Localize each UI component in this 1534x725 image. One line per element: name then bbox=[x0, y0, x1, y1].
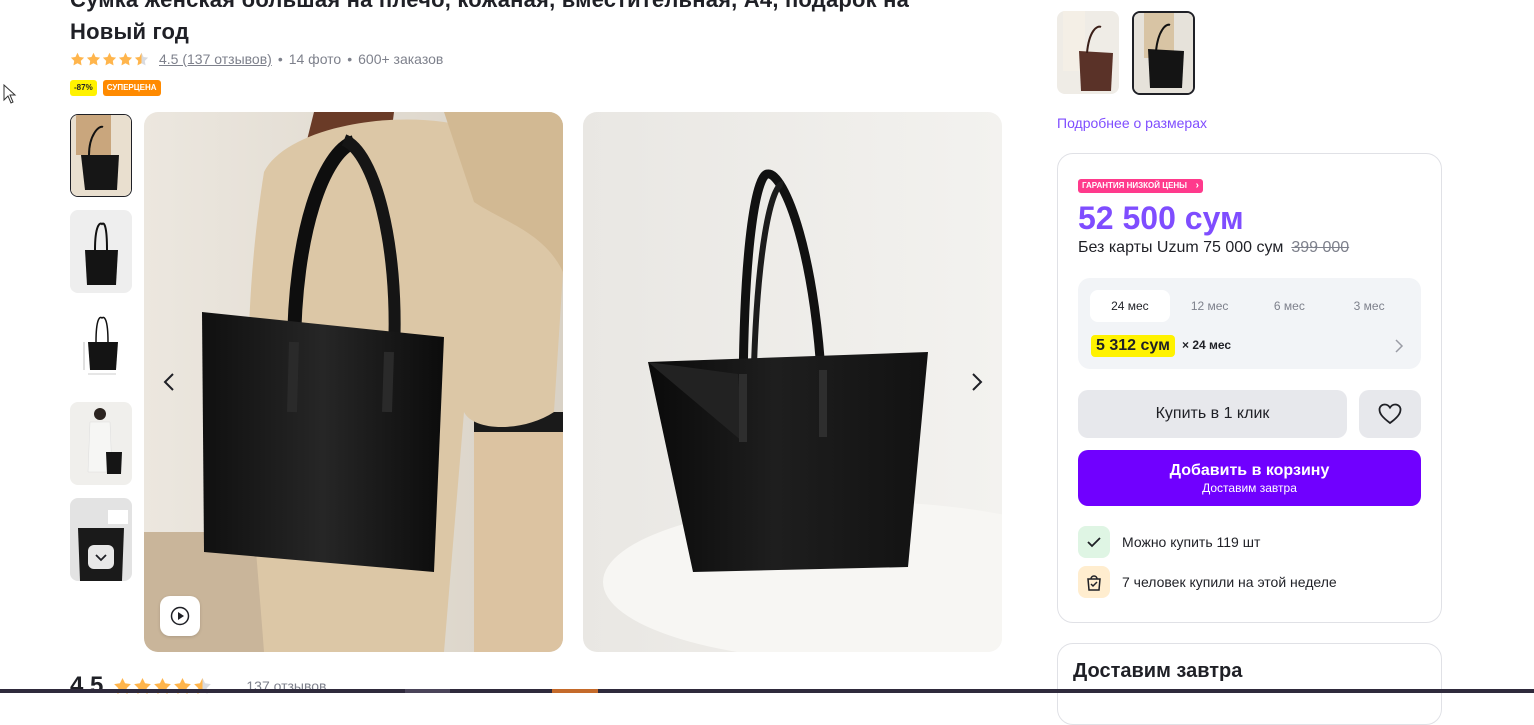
bag-on-shoulder-thumbnail bbox=[71, 115, 131, 196]
price-without-card: Без карты Uzum 75 000 сум 399 000 bbox=[1078, 239, 1349, 257]
bought-week-text: 7 человек купили на этой неделе bbox=[1122, 574, 1337, 590]
bag-front-thumbnail bbox=[70, 210, 132, 293]
rating-value: 4.5 bbox=[70, 672, 104, 699]
color-variant-brown[interactable] bbox=[1057, 11, 1119, 94]
bottom-strip-segment bbox=[552, 689, 598, 693]
photos-count: 14 фото bbox=[288, 51, 342, 67]
super-price-badge: СУПЕРЦЕНА bbox=[102, 80, 161, 96]
black-bag-variant-image bbox=[1134, 13, 1193, 93]
separator-dot: • bbox=[277, 51, 283, 67]
prev-image-button[interactable] bbox=[155, 368, 183, 396]
bag-standalone-photo bbox=[583, 112, 1002, 652]
chevron-right-icon[interactable] bbox=[1392, 338, 1406, 354]
star-icon bbox=[86, 52, 101, 65]
badges: -87% СУПЕРЦЕНА bbox=[70, 80, 161, 96]
bottom-strip bbox=[0, 689, 1534, 693]
installment-multiplier: × 24 мес bbox=[1182, 338, 1232, 352]
add-to-favorites-button[interactable] bbox=[1359, 390, 1421, 438]
star-icon bbox=[118, 52, 133, 65]
heart-icon bbox=[1378, 403, 1402, 425]
thumbnail-4[interactable] bbox=[70, 402, 132, 485]
bag-on-shoulder-photo bbox=[144, 112, 563, 652]
play-video-button[interactable] bbox=[160, 596, 200, 636]
thumbnail-1[interactable] bbox=[70, 114, 132, 197]
add-to-cart-label: Добавить в корзину bbox=[1169, 462, 1330, 479]
bag-dimensions-thumbnail bbox=[70, 306, 132, 389]
check-icon bbox=[1078, 526, 1110, 558]
weekly-purchases-info: 7 человек купили на этой неделе bbox=[1078, 566, 1337, 598]
old-price: 399 000 bbox=[1291, 239, 1350, 256]
size-details-link[interactable]: Подробнее о размерах bbox=[1057, 115, 1207, 131]
brown-bag-variant-image bbox=[1057, 11, 1119, 94]
thumbnail-3[interactable] bbox=[70, 306, 132, 389]
stock-info: Можно купить 119 шт bbox=[1078, 526, 1260, 558]
next-image-button[interactable] bbox=[963, 368, 991, 396]
cursor-icon bbox=[3, 84, 17, 104]
model-photo-thumbnail bbox=[70, 402, 132, 485]
rating-row: 4.5 (137 отзывов) • 14 фото • 600+ заказ… bbox=[70, 49, 443, 69]
reviews-summary: 4.5 137 отзывов bbox=[70, 672, 327, 700]
discount-badge: -87% bbox=[70, 80, 97, 96]
delivery-title: Доставим завтра bbox=[1073, 660, 1243, 682]
thumbnails-scroll-down[interactable] bbox=[88, 545, 114, 569]
thumbnail-2[interactable] bbox=[70, 210, 132, 293]
chevron-right-icon bbox=[972, 373, 983, 391]
installment-tab-12[interactable]: 12 мес bbox=[1170, 290, 1250, 322]
rating-stars bbox=[70, 52, 149, 67]
bottom-strip-segment bbox=[405, 689, 450, 693]
product-image-2[interactable] bbox=[583, 112, 1002, 652]
chevron-left-icon bbox=[163, 373, 174, 391]
separator-dot: • bbox=[347, 51, 353, 67]
play-icon bbox=[170, 606, 190, 626]
can-buy-text: Можно купить 119 шт bbox=[1122, 534, 1261, 550]
reviews-link[interactable]: 4.5 (137 отзывов) bbox=[159, 51, 272, 67]
installment-tab-24[interactable]: 24 мес bbox=[1090, 290, 1170, 322]
installment-tabs: 24 мес 12 мес 6 мес 3 мес bbox=[1090, 290, 1409, 322]
installment-amount: 5 312 сум bbox=[1091, 335, 1175, 357]
no-card-price: Без карты Uzum 75 000 сум bbox=[1078, 239, 1284, 256]
star-half-icon bbox=[134, 52, 149, 65]
installment-tab-6[interactable]: 6 мес bbox=[1250, 290, 1330, 322]
chevron-down-icon bbox=[95, 554, 107, 562]
guarantee-label: ГАРАНТИЯ НИЗКОЙ ЦЕНЫ bbox=[1082, 181, 1188, 190]
star-icon bbox=[70, 52, 85, 65]
orders-count: 600+ заказов bbox=[358, 51, 444, 67]
star-icon bbox=[102, 52, 117, 65]
product-title: Сумка женская большая на плечо, кожаная,… bbox=[70, 0, 909, 44]
thumbnail-fade bbox=[0, 490, 64, 580]
shopping-bag-icon bbox=[1078, 566, 1110, 598]
product-image-1[interactable] bbox=[144, 112, 563, 652]
buy-one-click-button[interactable]: Купить в 1 клик bbox=[1078, 390, 1347, 438]
current-price: 52 500 сум bbox=[1078, 200, 1244, 236]
low-price-guarantee-badge[interactable]: ГАРАНТИЯ НИЗКОЙ ЦЕНЫ › bbox=[1078, 179, 1204, 193]
delivery-subtitle: Доставим завтра bbox=[1202, 481, 1297, 495]
installment-tab-3[interactable]: 3 мес bbox=[1329, 290, 1409, 322]
chevron-right-icon: › bbox=[1195, 180, 1200, 191]
delivery-card bbox=[1057, 643, 1442, 725]
color-variant-black[interactable] bbox=[1132, 11, 1195, 95]
add-to-cart-button[interactable]: Добавить в корзину Доставим завтра bbox=[1078, 450, 1421, 506]
